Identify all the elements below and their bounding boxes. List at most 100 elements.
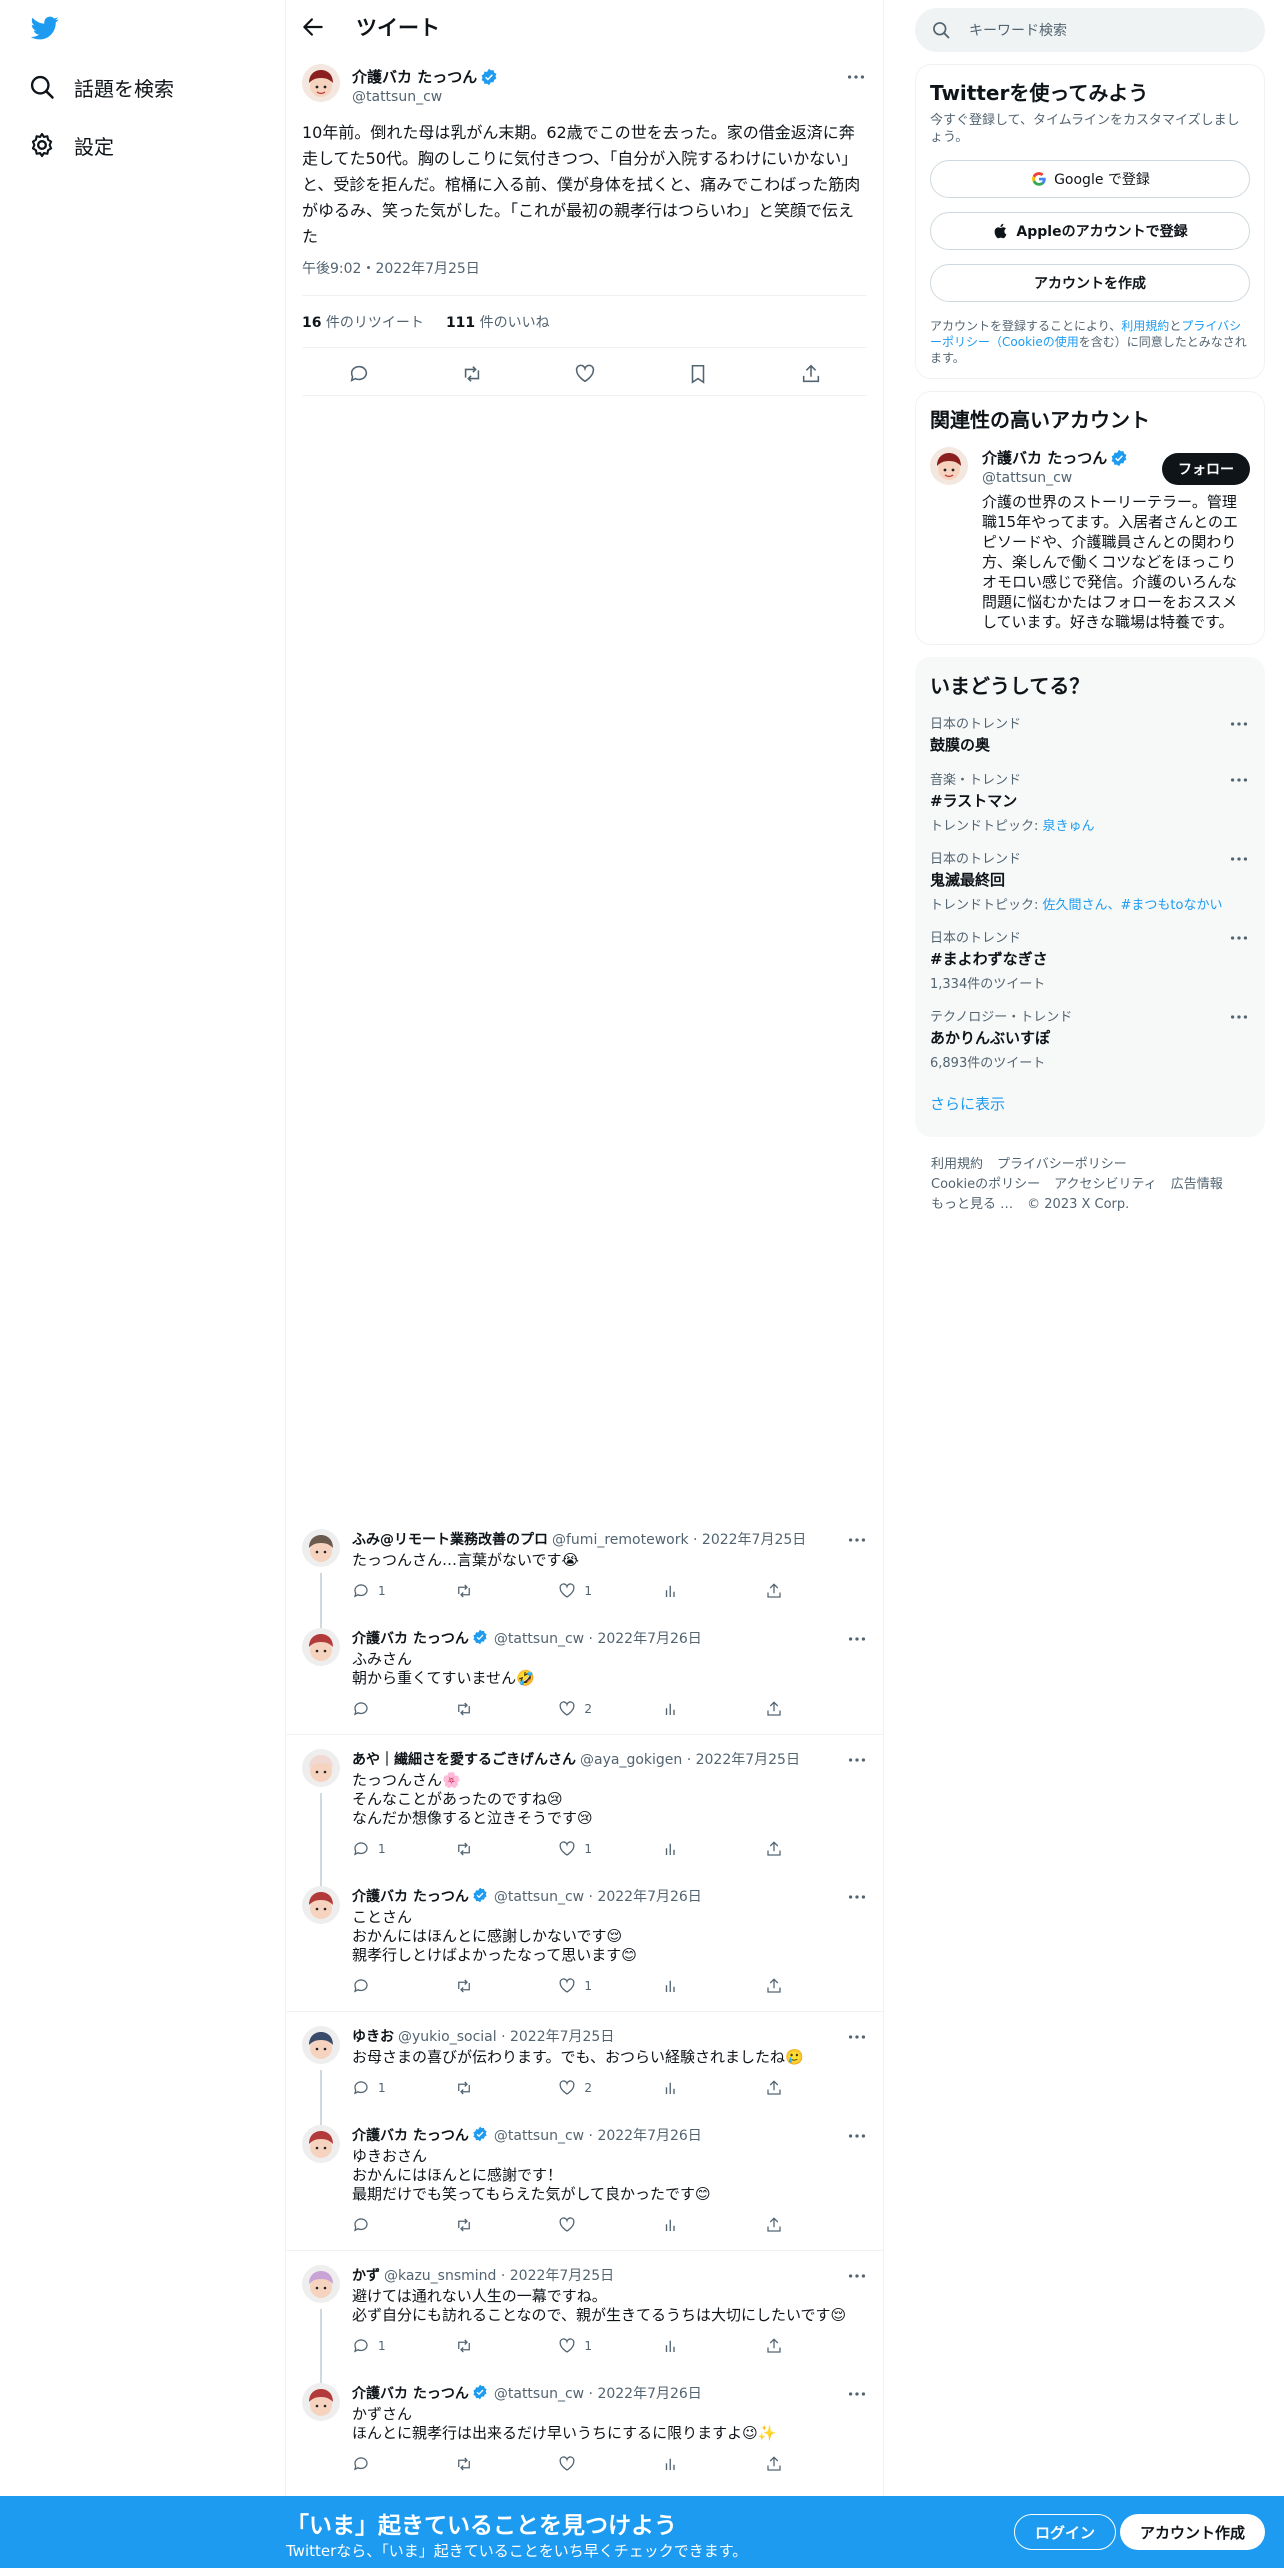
more-options-icon[interactable]	[846, 2383, 868, 2405]
avatar[interactable]	[302, 64, 340, 102]
reply-author-name[interactable]: 介護バカ たっつん	[352, 1886, 469, 1906]
reply-tweet[interactable]: 介護バカ たっつん @tattsun_cw · 2022年7月26日 ゆきおさん お…	[286, 2111, 884, 2251]
like-button[interactable]: 1	[558, 2337, 661, 2355]
more-options-icon[interactable]	[1228, 769, 1250, 791]
follow-button[interactable]: フォロー	[1162, 453, 1250, 485]
avatar[interactable]	[302, 2265, 340, 2303]
like-button[interactable]	[558, 2216, 661, 2234]
share-button[interactable]	[765, 1700, 868, 1718]
tweet-timestamp[interactable]: 午後9:02・2022年7月25日	[302, 258, 480, 278]
reply-author-name[interactable]: ふみ@リモート業務改善のプロ	[352, 1529, 548, 1549]
retweet-count[interactable]: 16 件のリツイート	[302, 312, 424, 332]
views-button[interactable]	[662, 1700, 765, 1718]
login-button[interactable]: ログイン	[1014, 2514, 1117, 2550]
retweet-button[interactable]	[455, 1977, 558, 1995]
share-button[interactable]	[765, 1840, 868, 1858]
google-signup-button[interactable]: Google で登録	[930, 160, 1250, 198]
avatar[interactable]	[302, 2125, 340, 2163]
reply-tweet[interactable]: 介護バカ たっつん @tattsun_cw · 2022年7月26日 ことさん おか…	[286, 1872, 884, 2012]
footer-cookie[interactable]: Cookieのポリシー	[931, 1177, 1040, 1192]
reply-author-name[interactable]: 介護バカ たっつん	[352, 1628, 469, 1648]
more-options-icon[interactable]	[846, 2265, 868, 2287]
like-button[interactable]: 1	[558, 1582, 661, 1600]
avatar[interactable]	[302, 1886, 340, 1924]
reply-button[interactable]	[352, 2455, 455, 2473]
share-button[interactable]	[765, 1977, 868, 1995]
create-account-button[interactable]: アカウントを作成	[930, 264, 1250, 302]
like-button[interactable]: 1	[558, 1977, 661, 1995]
reply-author-name[interactable]: あや｜繊細さを愛するごきげんさん	[352, 1749, 576, 1769]
trend-item[interactable]: 日本のトレンド 鼓膜の奥	[930, 713, 1250, 755]
twitter-bird-icon[interactable]	[28, 14, 62, 42]
views-button[interactable]	[662, 2455, 765, 2473]
trend-topic-link[interactable]: 佐久間さん、#まつもtoなかい	[1043, 898, 1223, 913]
more-options-icon[interactable]	[846, 1749, 868, 1771]
reply-tweet[interactable]: 介護バカ たっつん @tattsun_cw · 2022年7月26日 ふみさん 朝か…	[286, 1614, 884, 1735]
like-icon[interactable]	[574, 363, 596, 385]
reply-button[interactable]: 1	[352, 2337, 455, 2355]
reply-tweet[interactable]: ゆきお @yukio_social · 2022年7月25日 お母さまの喜びが伝わり…	[286, 2012, 884, 2125]
more-options-icon[interactable]	[1228, 927, 1250, 949]
views-button[interactable]	[662, 1582, 765, 1600]
footer-more[interactable]: もっと見る …	[931, 1197, 1013, 1212]
reply-tweet[interactable]: かず @kazu_snsmind · 2022年7月25日 避けては通れない人生の一…	[286, 2251, 884, 2383]
more-options-icon[interactable]	[846, 2125, 868, 2147]
author-name[interactable]: 介護バカ たっつん	[352, 66, 477, 87]
retweet-button[interactable]	[455, 2079, 558, 2097]
more-options-icon[interactable]	[846, 1628, 868, 1650]
retweet-button[interactable]	[455, 2337, 558, 2355]
reply-button[interactable]: 1	[352, 2079, 455, 2097]
retweet-button[interactable]	[455, 1582, 558, 1600]
share-button[interactable]	[765, 2079, 868, 2097]
reply-button[interactable]: 1	[352, 1582, 455, 1600]
retweet-icon[interactable]	[461, 363, 483, 385]
views-button[interactable]	[662, 2216, 765, 2234]
reply-author-name[interactable]: 介護バカ たっつん	[352, 2383, 469, 2403]
terms-link[interactable]: 利用規約	[1121, 319, 1169, 333]
reply-tweet[interactable]: 介護バカ たっつん @tattsun_cw · 2022年7月26日 かずさん ほん…	[286, 2369, 884, 2487]
related-account[interactable]: 介護バカ たっつん @tattsun_cw フォロー 介護の世界のストーリーテラ…	[930, 447, 1250, 632]
retweet-button[interactable]	[455, 2455, 558, 2473]
footer-ads[interactable]: 広告情報	[1171, 1177, 1223, 1192]
apple-signup-button[interactable]: Appleのアカウントで登録	[930, 212, 1250, 250]
avatar[interactable]	[302, 2383, 340, 2421]
like-button[interactable]	[558, 2455, 661, 2473]
views-button[interactable]	[662, 2337, 765, 2355]
more-options-icon[interactable]	[1228, 1006, 1250, 1028]
reply-author-name[interactable]: 介護バカ たっつん	[352, 2125, 469, 2145]
share-button[interactable]	[765, 1582, 868, 1600]
more-options-icon[interactable]	[846, 2026, 868, 2048]
more-options-icon[interactable]	[1228, 848, 1250, 870]
reply-button[interactable]	[352, 1977, 455, 1995]
show-more-link[interactable]: さらに表示	[930, 1093, 1250, 1114]
back-arrow-icon[interactable]	[300, 14, 326, 40]
retweet-button[interactable]	[455, 2216, 558, 2234]
share-button[interactable]	[765, 2455, 868, 2473]
share-button[interactable]	[765, 2337, 868, 2355]
views-button[interactable]	[662, 1977, 765, 1995]
avatar[interactable]	[302, 1628, 340, 1666]
avatar[interactable]	[930, 447, 968, 485]
avatar[interactable]	[302, 1529, 340, 1567]
avatar[interactable]	[302, 2026, 340, 2064]
reply-icon[interactable]	[348, 363, 370, 385]
reply-tweet[interactable]: あや｜繊細さを愛するごきげんさん @aya_gokigen · 2022年7月25…	[286, 1735, 884, 1886]
retweet-button[interactable]	[455, 1700, 558, 1718]
retweet-button[interactable]	[455, 1840, 558, 1858]
nav-settings[interactable]: 設定	[28, 125, 114, 165]
signup-button[interactable]: アカウント作成	[1120, 2514, 1266, 2550]
trend-item[interactable]: 日本のトレンド 鬼滅最終回 トレンドトピック: 佐久間さん、#まつもtoなかい	[930, 848, 1250, 913]
views-button[interactable]	[662, 1840, 765, 1858]
trend-topic-link[interactable]: 泉きゅん	[1043, 819, 1095, 834]
footer-accessibility[interactable]: アクセシビリティ	[1054, 1177, 1157, 1192]
like-button[interactable]: 2	[558, 2079, 661, 2097]
more-options-icon[interactable]	[846, 1529, 868, 1551]
avatar[interactable]	[302, 1749, 340, 1787]
reply-button[interactable]	[352, 2216, 455, 2234]
trend-item[interactable]: 音楽・トレンド #ラストマン トレンドトピック: 泉きゅん	[930, 769, 1250, 834]
reply-author-name[interactable]: ゆきお	[352, 2026, 394, 2046]
nav-explore[interactable]: 話題を検索	[28, 67, 174, 107]
like-button[interactable]: 1	[558, 1840, 661, 1858]
search-input[interactable]: キーワード検索	[915, 8, 1265, 52]
reply-button[interactable]	[352, 1700, 455, 1718]
